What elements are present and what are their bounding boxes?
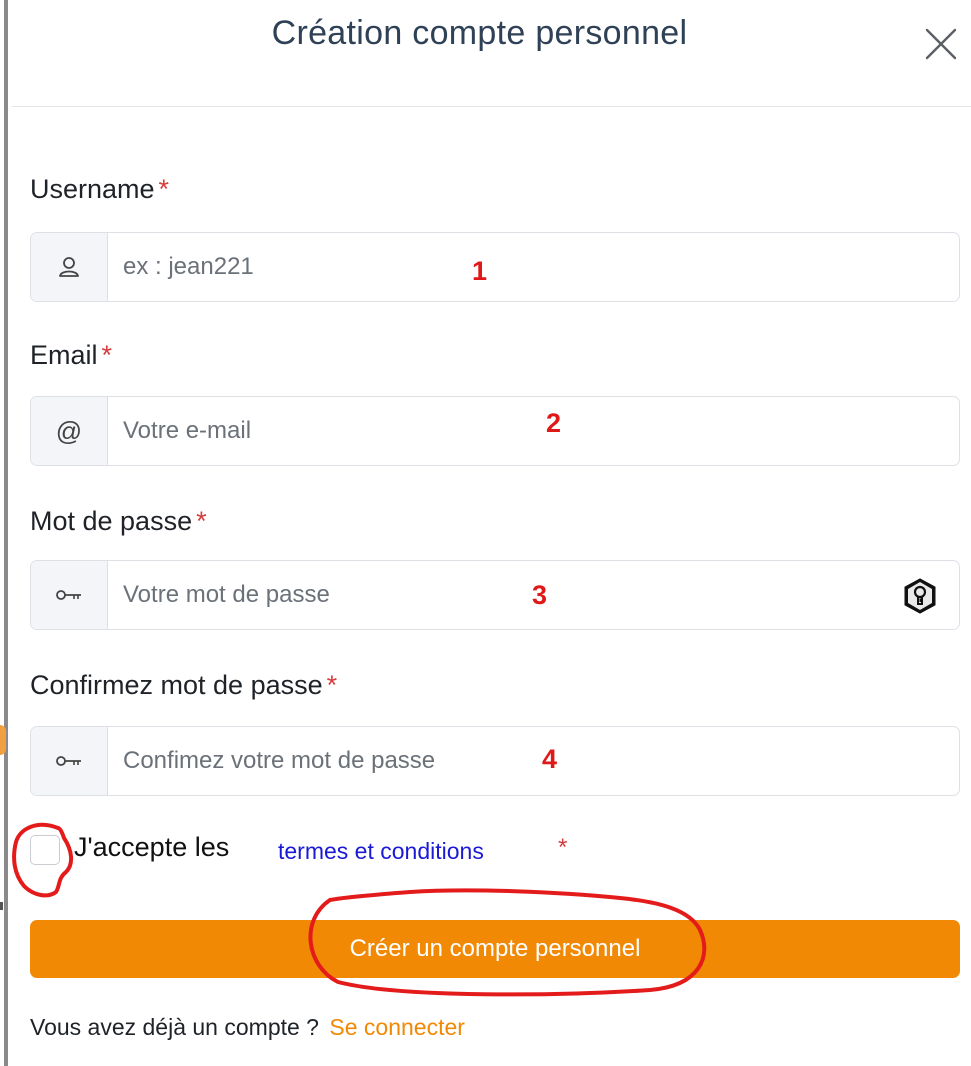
annotation-number-1: 1 xyxy=(472,256,488,286)
login-prompt: Vous avez déjà un compte ? xyxy=(30,1014,319,1040)
key-icon xyxy=(56,756,81,766)
username-addon xyxy=(31,233,108,301)
background-mark xyxy=(0,902,3,910)
username-label: Username * xyxy=(30,174,169,205)
key-icon xyxy=(56,590,81,600)
window-edge xyxy=(4,0,8,1066)
create-account-button[interactable]: Créer un compte personnel xyxy=(30,920,960,978)
required-mark: * xyxy=(196,506,207,536)
confirm-password-label-text: Confirmez mot de passe xyxy=(30,670,323,700)
keyhole-shield-icon xyxy=(904,578,936,614)
password-input-group xyxy=(30,560,960,630)
email-input[interactable] xyxy=(123,397,883,465)
confirm-password-input[interactable] xyxy=(123,727,883,795)
confirm-password-label: Confirmez mot de passe * xyxy=(30,670,337,701)
required-mark: * xyxy=(101,340,113,370)
modal-header: Création compte personnel xyxy=(12,0,971,107)
password-label-text: Mot de passe xyxy=(30,506,193,536)
email-label-text: Email xyxy=(30,340,98,370)
username-input[interactable] xyxy=(123,233,883,301)
background-accent xyxy=(0,725,6,755)
close-button[interactable] xyxy=(919,22,963,66)
password-input[interactable] xyxy=(123,561,823,629)
at-sign-icon: @ xyxy=(55,415,83,446)
email-addon: @ xyxy=(31,397,108,465)
username-input-group xyxy=(30,232,960,302)
password-addon xyxy=(31,561,108,629)
login-link[interactable]: Se connecter xyxy=(329,1014,465,1040)
terms-link[interactable]: termes et conditions xyxy=(278,838,484,865)
password-visibility-toggle[interactable] xyxy=(901,577,939,615)
annotation-number-3: 3 xyxy=(532,580,548,610)
password-label: Mot de passe * xyxy=(30,506,207,537)
login-row: Vous avez déjà un compte ? Se connecter xyxy=(30,1014,465,1041)
required-mark: * xyxy=(326,670,338,700)
terms-checkbox[interactable] xyxy=(30,835,60,865)
page: Création compte personnel Username* 1 Em… xyxy=(0,0,971,1066)
terms-row: J'accepte les termes et conditions * xyxy=(30,830,960,880)
close-icon xyxy=(925,28,957,60)
required-mark: * xyxy=(158,174,170,204)
email-label: Email * xyxy=(30,340,112,371)
confirm-password-addon xyxy=(31,727,108,795)
username-label-text: Username xyxy=(30,174,155,204)
modal-title: Création compte personnel xyxy=(271,14,688,52)
confirm-password-input-group xyxy=(30,726,960,796)
annotation-number-4: 4 xyxy=(542,744,558,774)
email-input-group: @ xyxy=(30,396,960,466)
annotation-number-2: 2 xyxy=(546,408,562,438)
user-icon xyxy=(59,257,79,277)
required-mark: * xyxy=(558,834,568,861)
terms-prefix: J'accepte les xyxy=(74,832,230,862)
